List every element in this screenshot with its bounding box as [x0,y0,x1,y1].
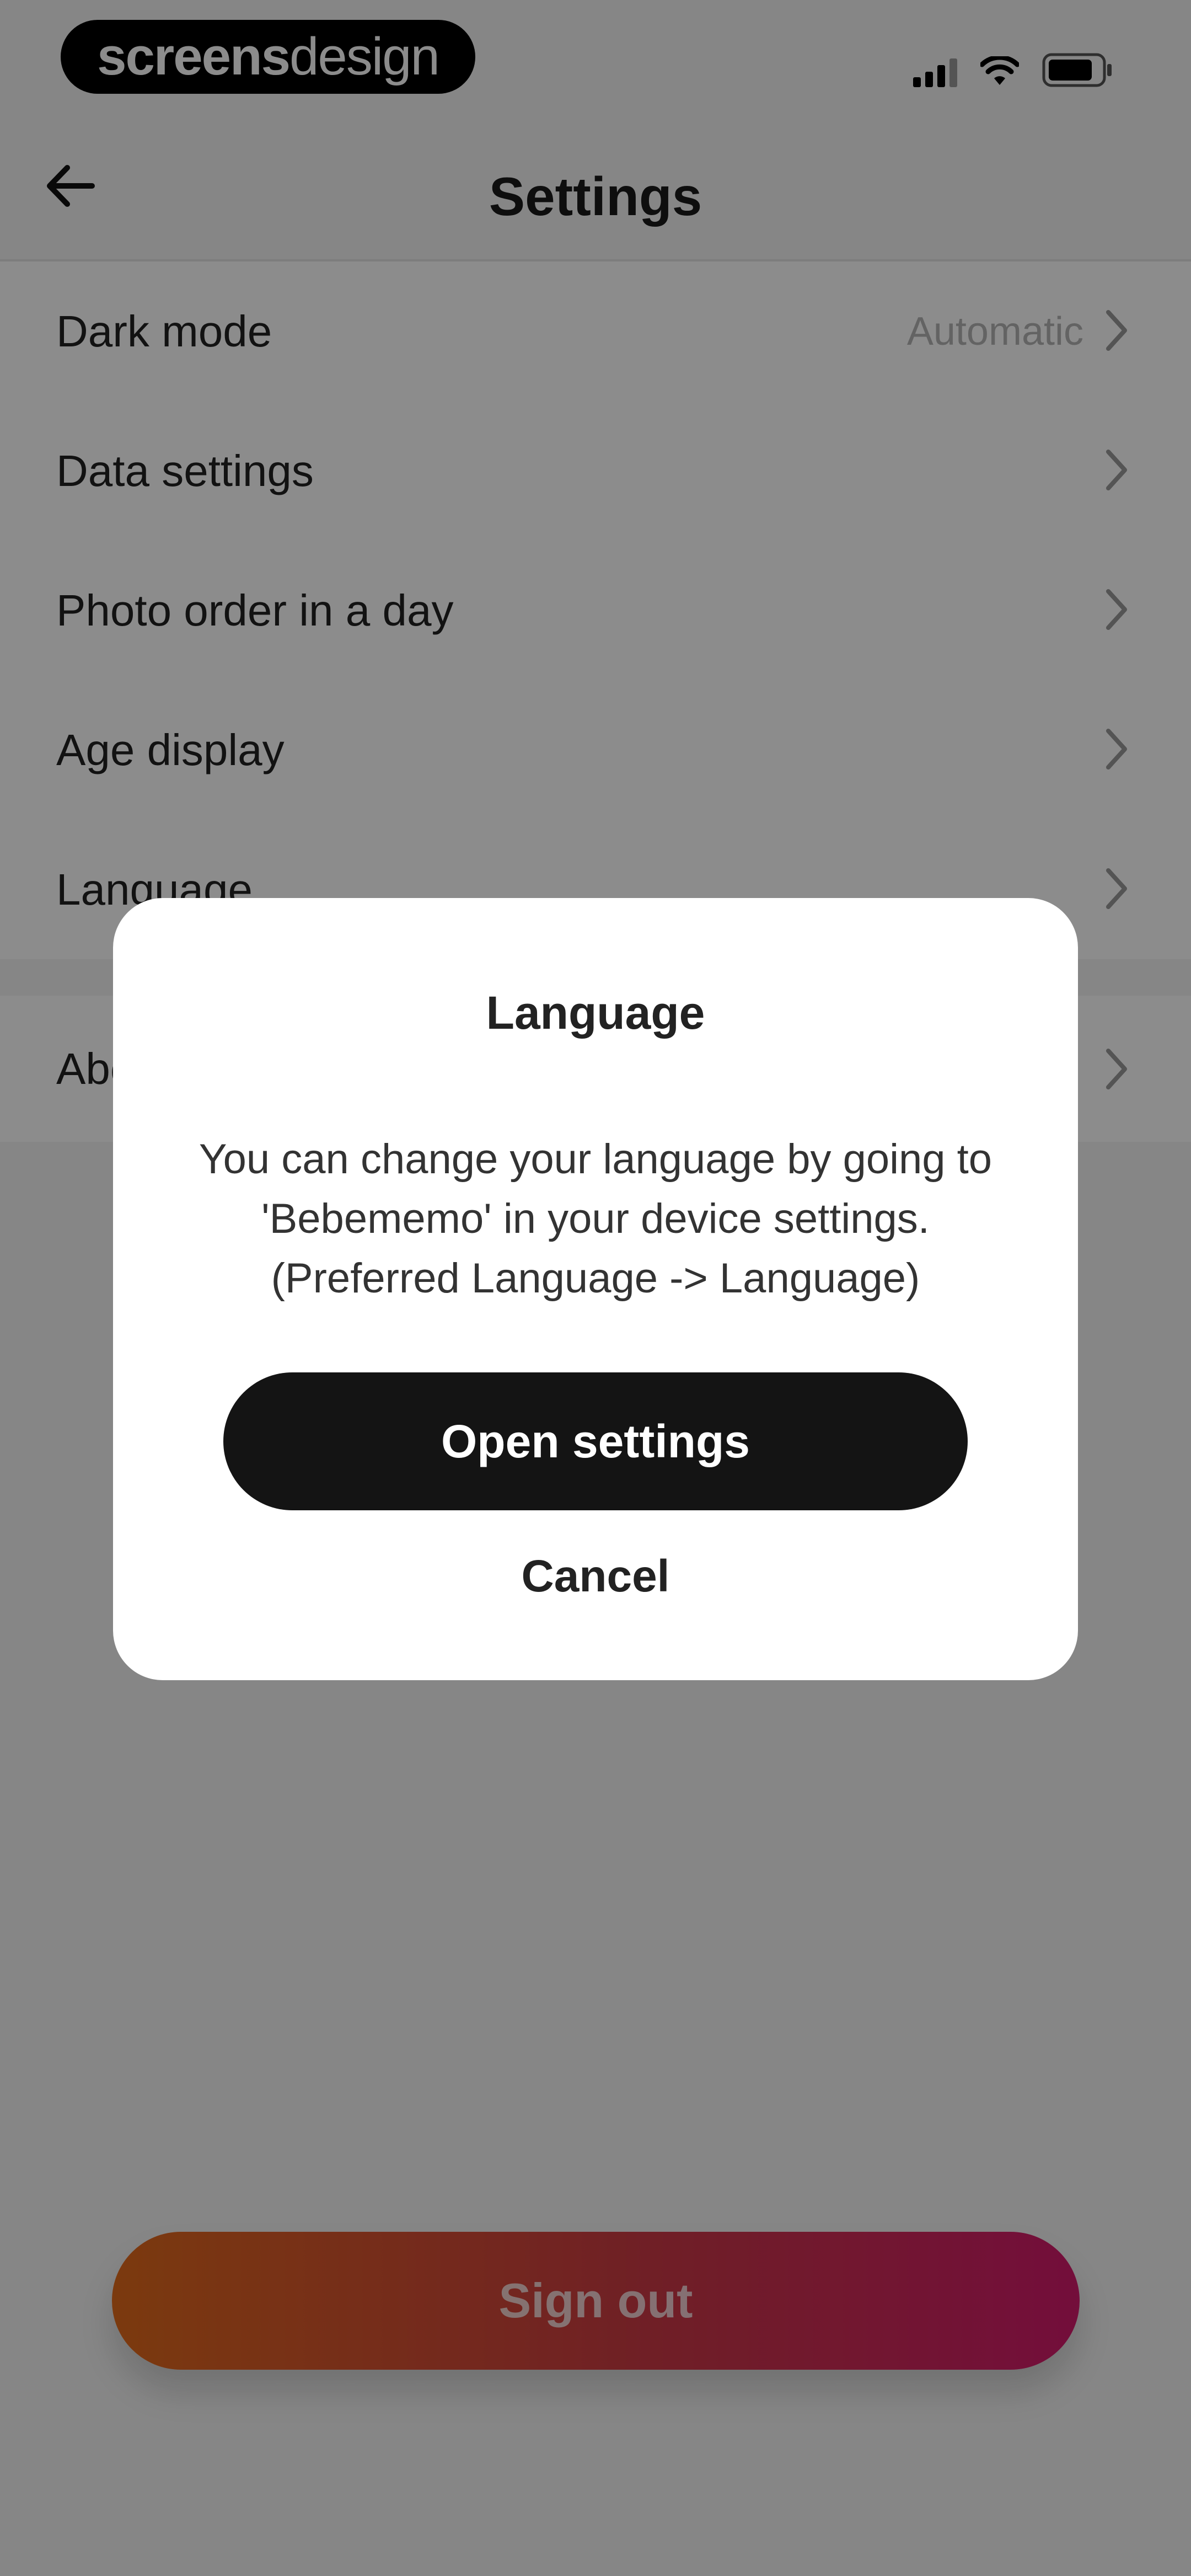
dialog-message-line: You can change your language by going to [198,1136,993,1183]
open-settings-button[interactable]: Open settings [223,1372,968,1510]
dialog-title: Language [486,987,705,1039]
cancel-button[interactable]: Cancel [430,1538,761,1615]
dialog-message: You can change your language by going to… [157,1130,1034,1308]
settings-screen: screens design Settings Dark mode Automa… [0,0,1191,2576]
language-dialog: Language You can change your language by… [113,898,1078,1680]
dialog-message-line: 'Bebememo' in your device settings. [261,1195,930,1242]
dialog-message-line: (Preferred Language -> Language) [271,1255,920,1302]
